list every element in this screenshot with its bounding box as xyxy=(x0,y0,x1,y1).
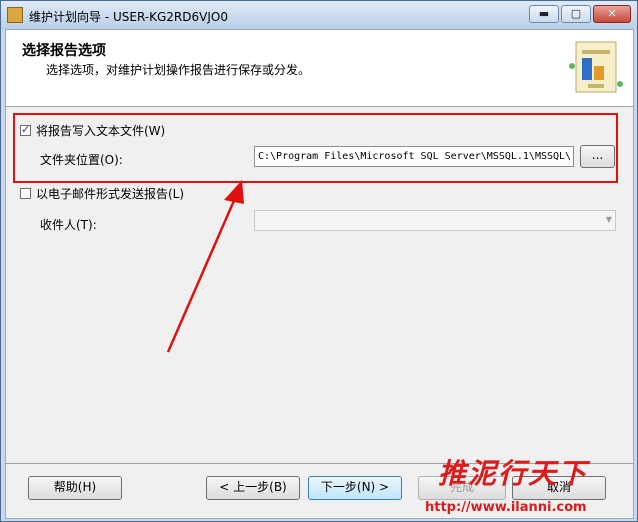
close-button[interactable]: ✕ xyxy=(593,5,631,23)
next-button[interactable]: 下一步(N) > xyxy=(308,476,402,500)
app-icon xyxy=(7,7,23,23)
back-button[interactable]: < 上一步(B) xyxy=(206,476,300,500)
report-graphic-icon xyxy=(569,41,623,93)
maximize-button[interactable]: ▢ xyxy=(561,5,591,23)
highlight-box xyxy=(13,113,618,183)
title-bar[interactable]: 维护计划向导 - USER-KG2RD6VJO0 ▬ ▢ ✕ xyxy=(1,1,637,29)
wizard-body: 选择报告选项 选择选项，对维护计划操作报告进行保存或分发。 将报告写入文本文件(… xyxy=(5,29,634,519)
email-label: 以电子邮件形式发送报告(L) xyxy=(36,187,185,201)
recipient-dropdown[interactable]: ▼ xyxy=(254,210,616,231)
recipient-row: 收件人(T): xyxy=(40,216,97,233)
help-button[interactable]: 帮助(H) xyxy=(28,476,122,500)
email-checkbox[interactable] xyxy=(20,188,31,199)
page-title: 选择报告选项 xyxy=(22,43,106,59)
minimize-button[interactable]: ▬ xyxy=(529,5,559,23)
wizard-window: 维护计划向导 - USER-KG2RD6VJO0 ▬ ▢ ✕ 选择报告选项 选择… xyxy=(0,0,638,522)
wizard-header: 选择报告选项 选择选项，对维护计划操作报告进行保存或分发。 xyxy=(6,30,633,107)
watermark-url: http://www.ilanni.com xyxy=(425,500,587,515)
email-option[interactable]: 以电子邮件形式发送报告(L) xyxy=(20,185,184,202)
recipient-label: 收件人(T): xyxy=(40,218,97,232)
page-subtitle: 选择选项，对维护计划操作报告进行保存或分发。 xyxy=(46,63,311,77)
watermark-logo: 推泥行天下 xyxy=(438,457,589,490)
chevron-down-icon[interactable]: ▼ xyxy=(606,215,612,224)
window-title: 维护计划向导 - USER-KG2RD6VJO0 xyxy=(29,10,228,24)
